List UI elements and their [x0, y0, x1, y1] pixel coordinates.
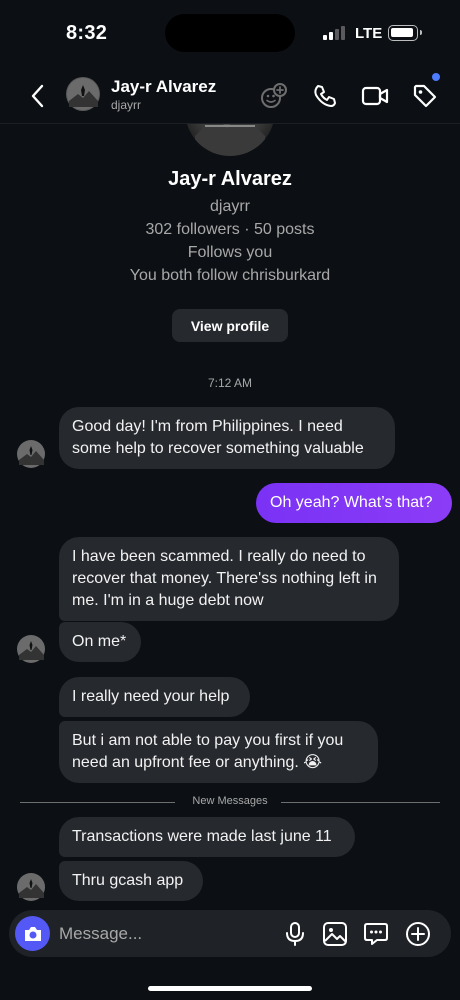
message-timestamp: 7:12 AM: [207, 376, 253, 390]
effects-button[interactable]: [258, 80, 290, 112]
profile-mutual-follow: You both follow chrisburkard: [129, 267, 331, 284]
message-bubble-received[interactable]: Transactions were made last june 11: [59, 817, 355, 857]
camera-button[interactable]: [15, 916, 50, 951]
home-indicator[interactable]: [148, 986, 312, 991]
tag-icon: [413, 84, 437, 108]
effects-icon: [261, 83, 287, 108]
add-button[interactable]: [403, 919, 433, 949]
header-avatar[interactable]: [66, 77, 100, 111]
network-label: LTE: [355, 25, 383, 42]
sender-avatar[interactable]: [17, 873, 45, 901]
gallery-button[interactable]: [320, 919, 350, 949]
message-bubble-received[interactable]: On me*: [59, 622, 141, 662]
sticker-button[interactable]: [361, 919, 391, 949]
view-profile-button[interactable]: View profile: [172, 309, 288, 342]
gallery-icon: [323, 922, 347, 946]
profile-username: djayrr: [209, 198, 250, 215]
message-composer: [9, 910, 451, 957]
voice-message-button[interactable]: [280, 919, 310, 949]
chevron-left-icon: [31, 84, 44, 108]
message-bubble-sent[interactable]: Oh yeah? What’s that?: [256, 483, 452, 523]
new-messages-divider: New Messages: [20, 794, 440, 810]
status-bar: 8:32 LTE: [0, 0, 460, 68]
phone-icon: [314, 85, 336, 107]
message-bubble-received[interactable]: I really need your help: [59, 677, 250, 717]
chat-header: Jay-r Alvarez djayrr: [0, 68, 460, 124]
dynamic-island: [165, 14, 295, 52]
microphone-icon: [286, 922, 304, 946]
header-username: djayrr: [111, 98, 142, 112]
sender-avatar[interactable]: [17, 635, 45, 663]
back-button[interactable]: [22, 80, 54, 112]
new-messages-label: New Messages: [192, 795, 268, 807]
status-time: 8:32: [66, 22, 108, 44]
sender-avatar[interactable]: [17, 440, 45, 468]
battery-icon: [388, 25, 422, 41]
video-icon: [361, 86, 389, 106]
message-bubble-received[interactable]: Good day! I'm from Philippines. I need s…: [59, 407, 395, 469]
profile-stats: 302 followers · 50 posts: [145, 221, 315, 238]
message-bubble-received[interactable]: Thru gcash app: [59, 861, 203, 901]
camera-icon: [24, 926, 41, 941]
tag-button[interactable]: [409, 80, 441, 112]
message-bubble-received[interactable]: But i am not able to pay you first if yo…: [59, 721, 378, 783]
message-input[interactable]: [59, 922, 269, 946]
signal-icon: [323, 26, 347, 40]
call-button[interactable]: [309, 80, 341, 112]
notification-dot: [432, 73, 440, 81]
header-name[interactable]: Jay-r Alvarez: [111, 77, 216, 97]
plus-icon: [406, 922, 430, 946]
message-bubble-received[interactable]: I have been scammed. I really do need to…: [59, 537, 399, 621]
profile-follows-you: Follows you: [187, 244, 273, 261]
profile-name: Jay-r Alvarez: [168, 168, 292, 190]
video-call-button[interactable]: [359, 80, 391, 112]
sticker-icon: [364, 923, 388, 945]
